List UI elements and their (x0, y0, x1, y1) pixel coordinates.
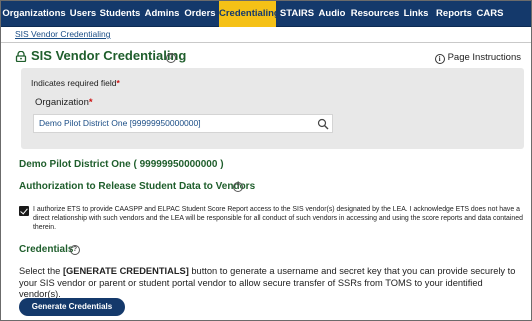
authorization-help-icon[interactable]: ? (233, 182, 243, 192)
page-title: SIS Vendor Credentialing (31, 48, 187, 63)
organization-required-marker: * (88, 97, 93, 108)
nav-item-resources[interactable]: Resources (350, 1, 400, 27)
nav-item-users[interactable]: Users (67, 1, 99, 27)
nav-item-credentialing[interactable]: Credentialing (219, 1, 280, 27)
nav-item-cars[interactable]: CARS (475, 1, 505, 27)
main-nav: Organizations Users Students Admins Orde… (1, 1, 531, 27)
credentials-description: Select the [GENERATE CREDENTIALS] button… (19, 266, 524, 301)
generate-credentials-button[interactable]: Generate Credentials (19, 298, 125, 316)
credentials-help-icon[interactable]: ? (70, 245, 80, 255)
credentials-text-before: Select the (19, 266, 63, 276)
nav-item-admins[interactable]: Admins (141, 1, 183, 27)
credentials-text-bold: [GENERATE CREDENTIALS] (62, 266, 189, 276)
nav-item-students[interactable]: Students (99, 1, 141, 27)
nav-item-organizations[interactable]: Organizations (1, 1, 67, 27)
authorization-checkbox[interactable] (19, 206, 29, 216)
nav-item-links[interactable]: Links (401, 1, 431, 27)
organization-label: Organization* (35, 97, 93, 108)
required-marker: * (116, 78, 120, 88)
subnav-link-sis-vendor-credentialing[interactable]: SIS Vendor Credentialing (15, 29, 110, 39)
nav-item-audio[interactable]: Audio (315, 1, 349, 27)
organization-input[interactable]: Demo Pilot District One [99999950000000] (33, 114, 333, 133)
title-help-icon[interactable]: ? (166, 53, 176, 63)
page-instructions-link[interactable]: i Page Instructions (434, 52, 521, 64)
organization-panel: Indicates required field* Organization* … (21, 68, 524, 149)
required-note-text: Indicates required field (31, 78, 117, 88)
search-icon[interactable] (317, 118, 329, 130)
selected-organization-heading: Demo Pilot District One ( 99999950000000… (19, 159, 224, 170)
page-instructions-label: Page Instructions (447, 52, 521, 63)
lock-icon (15, 51, 27, 62)
required-note: Indicates required field* (31, 78, 120, 88)
organization-label-text: Organization (35, 97, 89, 108)
sub-nav: SIS Vendor Credentialing (1, 27, 531, 43)
info-icon: i (434, 54, 445, 64)
credentials-heading: Credentials (19, 244, 74, 255)
nav-item-orders[interactable]: Orders (183, 1, 217, 27)
authorization-heading: Authorization to Release Student Data to… (19, 181, 256, 192)
authorization-text: I authorize ETS to provide CAASPP and EL… (33, 206, 523, 232)
nav-item-reports[interactable]: Reports (433, 1, 475, 27)
app-frame: Organizations Users Students Admins Orde… (0, 0, 532, 321)
nav-item-stairs[interactable]: STAIRS (279, 1, 315, 27)
